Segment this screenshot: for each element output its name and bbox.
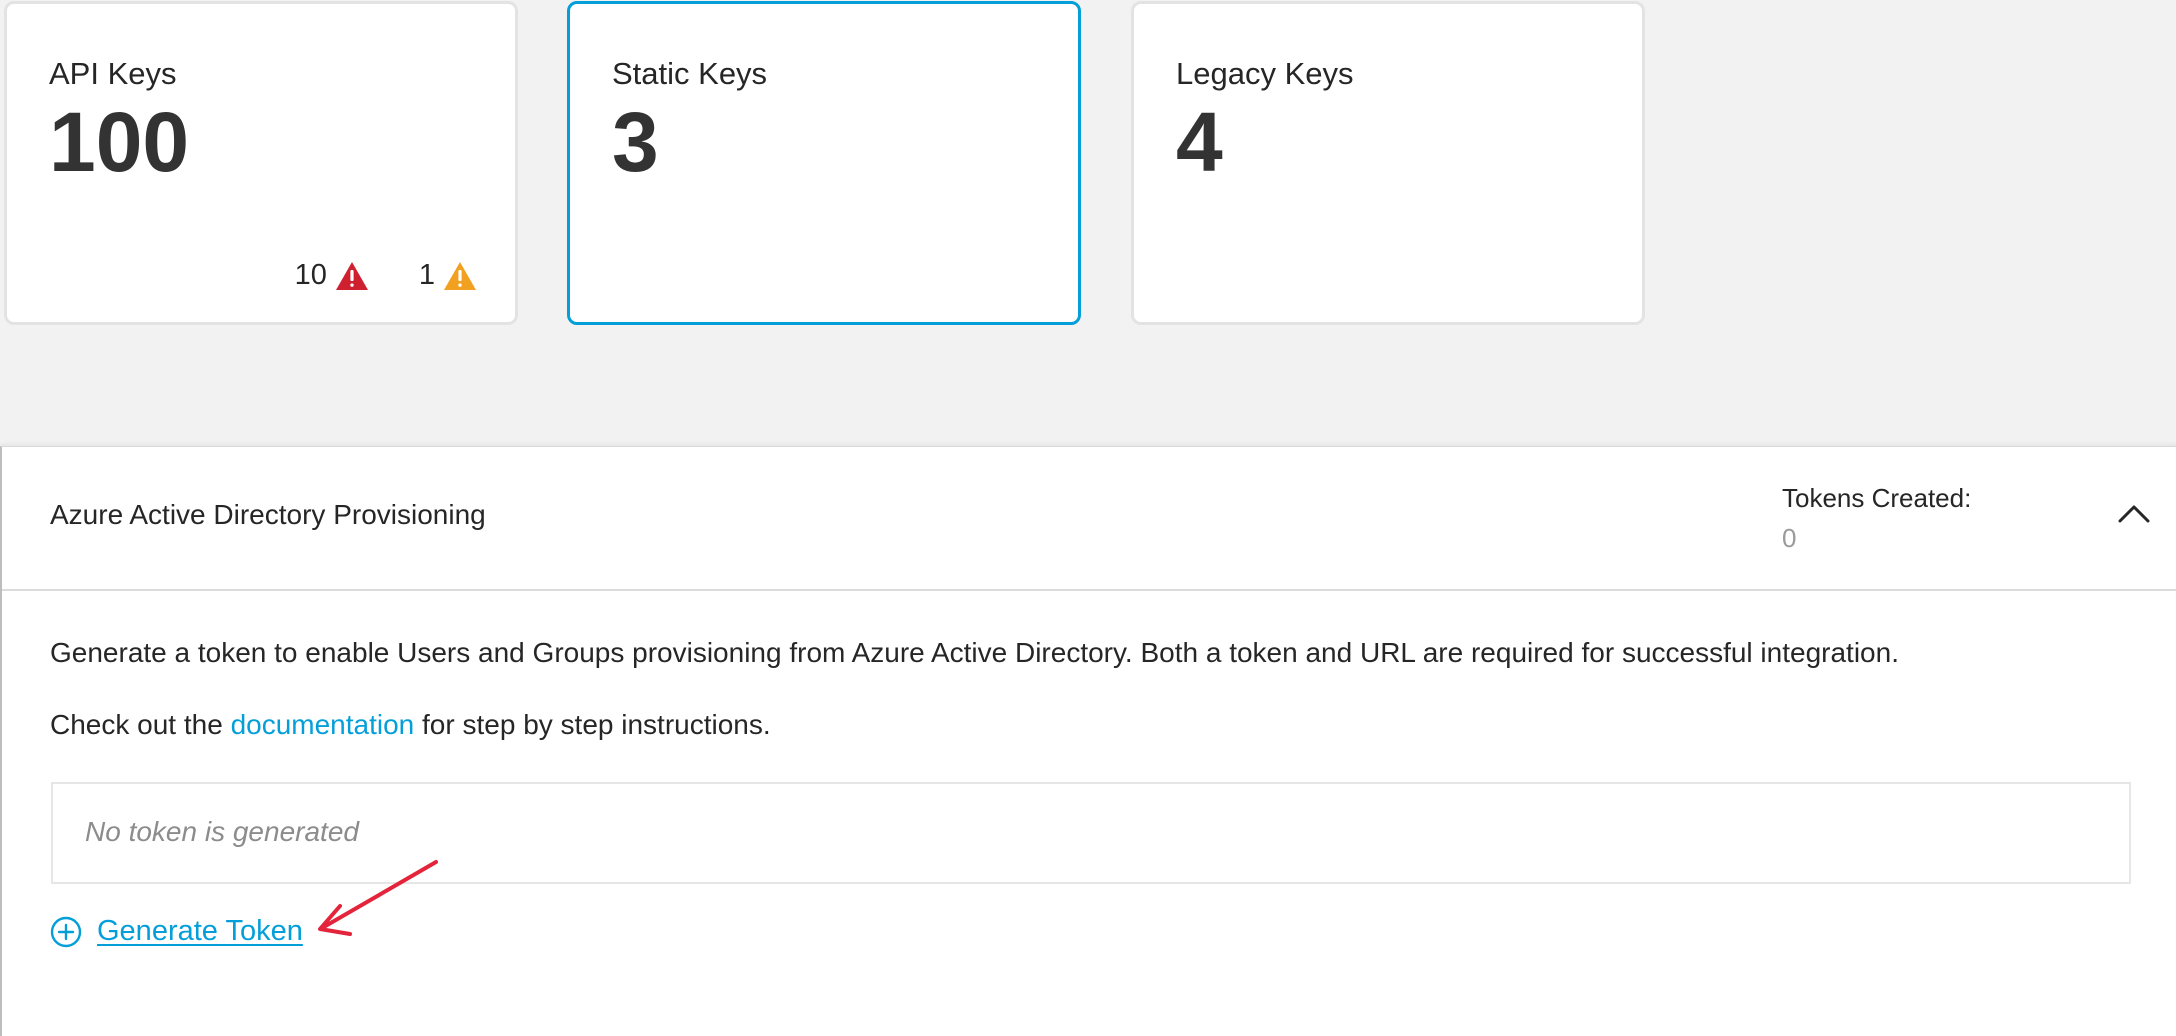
panel-description: Generate a token to enable Users and Gro… <box>50 637 1899 668</box>
tokens-created-value: 0 <box>1782 523 1797 553</box>
azure-provisioning-panel: Azure Active Directory Provisioning Toke… <box>0 446 2176 1036</box>
tokens-created-label: Tokens Created: <box>1782 483 1972 513</box>
card-legacy-keys[interactable]: Legacy Keys 4 <box>1131 1 1645 325</box>
card-title: API Keys <box>49 56 177 91</box>
generate-token-button[interactable]: Generate Token <box>50 915 303 948</box>
card-stats: 10 1 <box>295 259 477 292</box>
warning-count: 1 <box>418 259 435 291</box>
warning-triangle-icon <box>444 261 476 290</box>
error-stat: 10 <box>295 259 369 292</box>
documentation-link[interactable]: documentation <box>231 709 415 740</box>
card-count: 4 <box>1176 95 1223 189</box>
empty-token-message: No token is generated <box>85 816 359 847</box>
card-title: Legacy Keys <box>1176 56 1354 91</box>
card-static-keys[interactable]: Static Keys 3 <box>567 1 1081 325</box>
doc-prefix: Check out the <box>50 709 231 740</box>
generate-token-label: Generate Token <box>97 915 303 947</box>
token-display-box: No token is generated <box>51 782 2131 884</box>
plus-circle-icon <box>50 916 82 947</box>
chevron-up-icon <box>2118 505 2150 523</box>
panel-header[interactable]: Azure Active Directory Provisioning Toke… <box>2 447 2176 591</box>
card-count: 3 <box>612 95 659 189</box>
card-count: 100 <box>49 95 190 189</box>
card-api-keys[interactable]: API Keys 100 10 1 <box>4 1 518 325</box>
doc-suffix: for step by step instructions. <box>414 709 771 740</box>
error-count: 10 <box>294 259 327 291</box>
collapse-button[interactable] <box>2116 499 2152 529</box>
warning-stat: 1 <box>419 259 477 292</box>
error-triangle-icon <box>335 261 368 290</box>
documentation-line: Check out the documentation for step by … <box>50 709 771 741</box>
panel-title: Azure Active Directory Provisioning <box>50 499 486 530</box>
card-title: Static Keys <box>612 56 768 91</box>
